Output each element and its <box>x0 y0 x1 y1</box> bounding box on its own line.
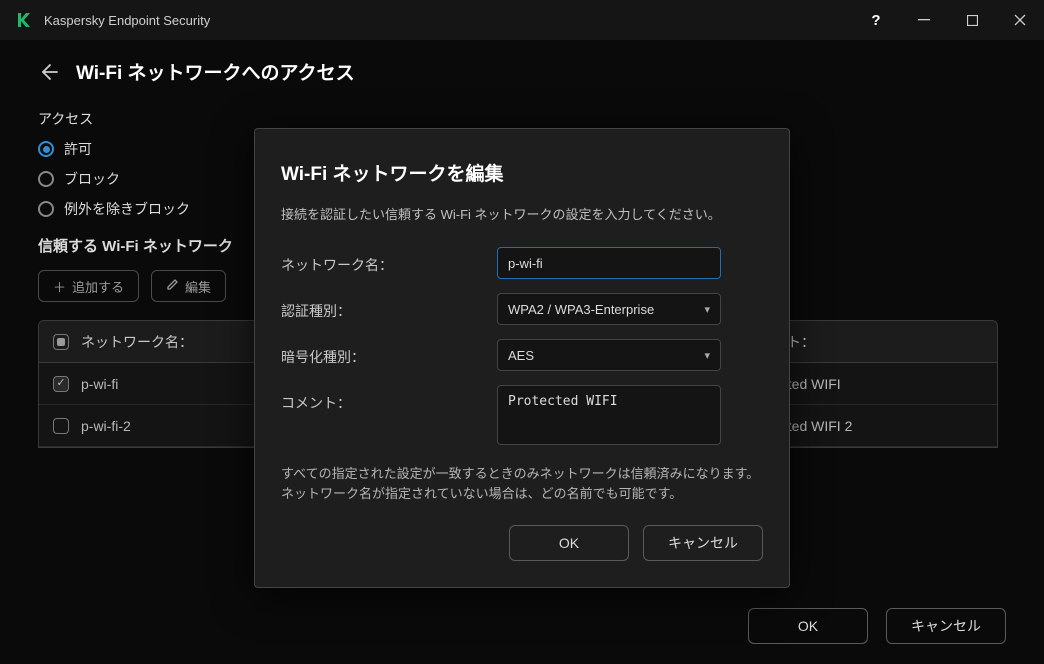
column-name[interactable]: ネットワーク名： <box>81 332 193 352</box>
header-checkbox[interactable] <box>53 334 69 350</box>
label-network-name: ネットワーク名： <box>281 247 497 275</box>
ok-button[interactable]: OK <box>748 608 868 644</box>
column-comment[interactable]: ント： <box>773 332 997 352</box>
radio-block-except-label: 例外を除きブロック <box>64 199 190 219</box>
label-encryption-type: 暗号化種別： <box>281 339 497 367</box>
radio-icon <box>38 141 54 157</box>
back-button[interactable] <box>38 62 58 82</box>
add-button[interactable]: ＋ 追加する <box>38 270 139 302</box>
dialog-title: Wi-Fi ネットワークを編集 <box>281 159 763 186</box>
plus-icon: ＋ <box>53 277 66 296</box>
titlebar: Kaspersky Endpoint Security ? <box>0 0 1044 40</box>
cancel-button[interactable]: キャンセル <box>886 608 1006 644</box>
close-button[interactable] <box>996 0 1044 40</box>
chevron-down-icon: ▾ <box>704 349 710 362</box>
maximize-button[interactable] <box>948 0 996 40</box>
cell-name: p-wi-fi-2 <box>81 418 131 434</box>
comment-input[interactable] <box>497 385 721 445</box>
label-comment: コメント： <box>281 385 497 413</box>
row-checkbox[interactable] <box>53 418 69 434</box>
dialog-ok-button[interactable]: OK <box>509 525 629 561</box>
pencil-icon <box>166 278 179 294</box>
minimize-button[interactable] <box>900 0 948 40</box>
label-auth-type: 認証種別： <box>281 293 497 321</box>
encryption-type-select[interactable]: AES ▾ <box>497 339 721 371</box>
row-checkbox[interactable] <box>53 376 69 392</box>
page-title: Wi-Fi ネットワークへのアクセス <box>76 58 355 85</box>
edit-button[interactable]: 編集 <box>151 270 226 302</box>
kaspersky-logo-icon <box>14 11 32 29</box>
dialog-subtitle: 接続を認証したい信頼する Wi-Fi ネットワークの設定を入力してください。 <box>281 204 763 223</box>
app-title: Kaspersky Endpoint Security <box>44 13 210 28</box>
radio-icon <box>38 171 54 187</box>
cell-comment: ected WIFI <box>773 376 997 392</box>
radio-allow-label: 許可 <box>64 139 92 159</box>
footer: OK キャンセル <box>748 608 1006 644</box>
encryption-type-value: AES <box>508 348 534 363</box>
dialog-cancel-button[interactable]: キャンセル <box>643 525 763 561</box>
add-button-label: 追加する <box>72 277 124 296</box>
cell-comment: ected WIFI 2 <box>773 418 997 434</box>
edit-wifi-dialog: Wi-Fi ネットワークを編集 接続を認証したい信頼する Wi-Fi ネットワー… <box>254 128 790 588</box>
radio-icon <box>38 201 54 217</box>
help-button[interactable]: ? <box>852 0 900 40</box>
edit-button-label: 編集 <box>185 277 211 296</box>
auth-type-select[interactable]: WPA2 / WPA3-Enterprise ▾ <box>497 293 721 325</box>
network-name-input[interactable] <box>497 247 721 279</box>
access-section-label: アクセス <box>38 109 1006 129</box>
chevron-down-icon: ▾ <box>704 303 710 316</box>
radio-block-label: ブロック <box>64 169 120 189</box>
cell-name: p-wi-fi <box>81 376 118 392</box>
dialog-note: すべての指定された設定が一致するときのみネットワークは信頼済みになります。ネット… <box>281 464 763 503</box>
auth-type-value: WPA2 / WPA3-Enterprise <box>508 302 654 317</box>
